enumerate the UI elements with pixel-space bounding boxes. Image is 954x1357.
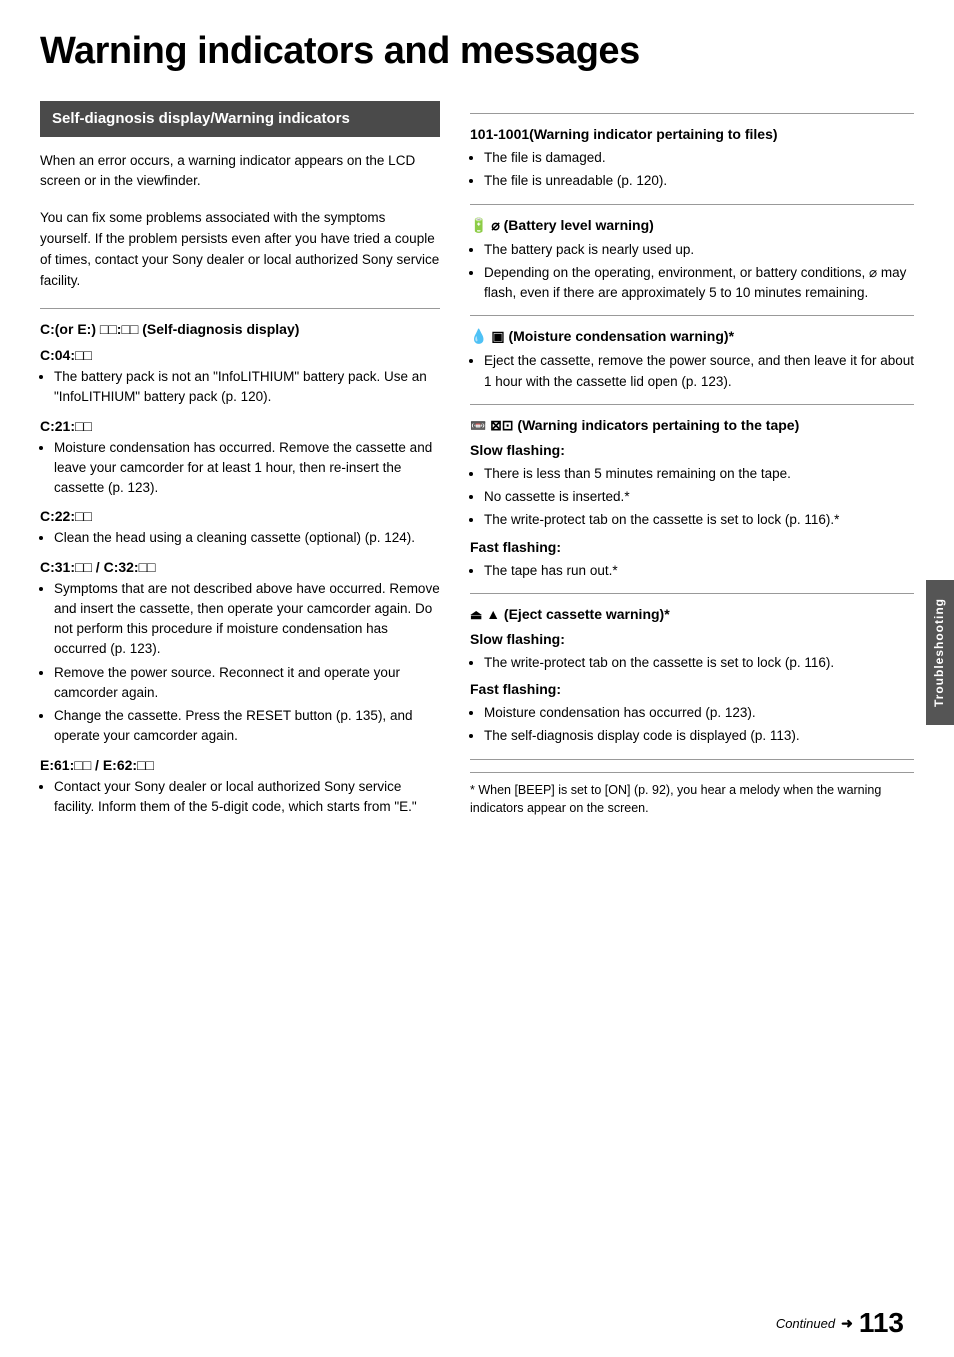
right-column: 101-1001(Warning indicator pertaining to… xyxy=(470,101,914,825)
list-item: Depending on the operating, environment,… xyxy=(484,263,914,304)
page: Warning indicators and messages Self-dia… xyxy=(0,0,954,1357)
code-c04-list: The battery pack is not an "InfoLITHIUM"… xyxy=(40,367,440,408)
battery-icon: 🔋 xyxy=(470,217,487,233)
warning-files-list: The file is damaged. The file is unreada… xyxy=(470,148,914,192)
intro-paragraph-1: When an error occurs, a warning indicato… xyxy=(40,151,440,193)
tape-slow-list: There is less than 5 minutes remaining o… xyxy=(470,464,914,531)
battery-warning-list: The battery pack is nearly used up. Depe… xyxy=(470,240,914,304)
troubleshooting-tab: Troubleshooting xyxy=(926,580,954,725)
list-item: Moisture condensation has occurred. Remo… xyxy=(54,438,440,499)
moisture-icon: 💧 xyxy=(470,328,487,344)
section-box-self-diagnosis: Self-diagnosis display/Warning indicator… xyxy=(40,101,440,137)
code-c22-list: Clean the head using a cleaning cassette… xyxy=(40,528,440,548)
list-item: Contact your Sony dealer or local author… xyxy=(54,777,440,818)
list-item: Remove the power source. Reconnect it an… xyxy=(54,663,440,704)
divider-right-1 xyxy=(470,113,914,114)
list-item: The file is unreadable (p. 120). xyxy=(484,171,914,191)
moisture-warning-title: 💧 ▣ (Moisture condensation warning)* xyxy=(470,328,914,345)
divider-1 xyxy=(40,308,440,309)
list-item: The battery pack is nearly used up. xyxy=(484,240,914,260)
list-item: No cassette is inserted.* xyxy=(484,487,914,507)
left-column: Self-diagnosis display/Warning indicator… xyxy=(40,101,440,825)
divider-right-4 xyxy=(470,404,914,405)
eject-icon: ⏏ xyxy=(470,607,482,622)
two-column-layout: Self-diagnosis display/Warning indicator… xyxy=(40,101,914,825)
divider-right-3 xyxy=(470,315,914,316)
list-item: Clean the head using a cleaning cassette… xyxy=(54,528,440,548)
eject-slow-title: Slow flashing: xyxy=(470,631,914,647)
list-item: The tape has run out.* xyxy=(484,561,914,581)
list-item: Change the cassette. Press the RESET but… xyxy=(54,706,440,747)
intro-paragraph-2: You can fix some problems associated wit… xyxy=(40,208,440,292)
list-item: Symptoms that are not described above ha… xyxy=(54,579,440,660)
list-item: The write-protect tab on the cassette is… xyxy=(484,510,914,530)
list-item: The file is damaged. xyxy=(484,148,914,168)
code-c04-label: C:04:□□ xyxy=(40,347,440,363)
footnote: * When [BEEP] is set to [ON] (p. 92), yo… xyxy=(470,772,914,819)
divider-right-2 xyxy=(470,204,914,205)
eject-slow-list: The write-protect tab on the cassette is… xyxy=(470,653,914,673)
tape-icon: 📼 xyxy=(470,418,486,433)
eject-warning-title: ⏏ ▲ (Eject cassette warning)* xyxy=(470,606,914,623)
tape-warning-title: 📼 ⊠⊡ (Warning indicators pertaining to t… xyxy=(470,417,914,434)
list-item: There is less than 5 minutes remaining o… xyxy=(484,464,914,484)
continued-label: Continued xyxy=(776,1316,835,1331)
warning-files-title: 101-1001(Warning indicator pertaining to… xyxy=(470,126,914,142)
self-diagnosis-title: C:(or E:) □□:□□ (Self-diagnosis display) xyxy=(40,321,440,337)
eject-fast-title: Fast flashing: xyxy=(470,681,914,697)
moisture-warning-list: Eject the cassette, remove the power sou… xyxy=(470,351,914,392)
battery-warning-title: 🔋 ⌀ (Battery level warning) xyxy=(470,217,914,234)
code-c31-label: C:31:□□ / C:32:□□ xyxy=(40,559,440,575)
page-number: 113 xyxy=(859,1307,904,1339)
arrow-icon: ➜ xyxy=(841,1315,853,1332)
code-e61-label: E:61:□□ / E:62:□□ xyxy=(40,757,440,773)
eject-fast-list: Moisture condensation has occurred (p. 1… xyxy=(470,703,914,747)
bottom-bar: Continued ➜ 113 xyxy=(776,1307,904,1339)
tape-fast-title: Fast flashing: xyxy=(470,539,914,555)
list-item: Eject the cassette, remove the power sou… xyxy=(484,351,914,392)
list-item: The self-diagnosis display code is displ… xyxy=(484,726,914,746)
list-item: The write-protect tab on the cassette is… xyxy=(484,653,914,673)
code-e61-list: Contact your Sony dealer or local author… xyxy=(40,777,440,818)
divider-right-5 xyxy=(470,593,914,594)
tape-slow-title: Slow flashing: xyxy=(470,442,914,458)
list-item: The battery pack is not an "InfoLITHIUM"… xyxy=(54,367,440,408)
tape-fast-list: The tape has run out.* xyxy=(470,561,914,581)
page-title: Warning indicators and messages xyxy=(40,30,914,73)
code-c21-list: Moisture condensation has occurred. Remo… xyxy=(40,438,440,499)
list-item: Moisture condensation has occurred (p. 1… xyxy=(484,703,914,723)
code-c31-list: Symptoms that are not described above ha… xyxy=(40,579,440,747)
divider-right-6 xyxy=(470,759,914,760)
code-c21-label: C:21:□□ xyxy=(40,418,440,434)
code-c22-label: C:22:□□ xyxy=(40,508,440,524)
